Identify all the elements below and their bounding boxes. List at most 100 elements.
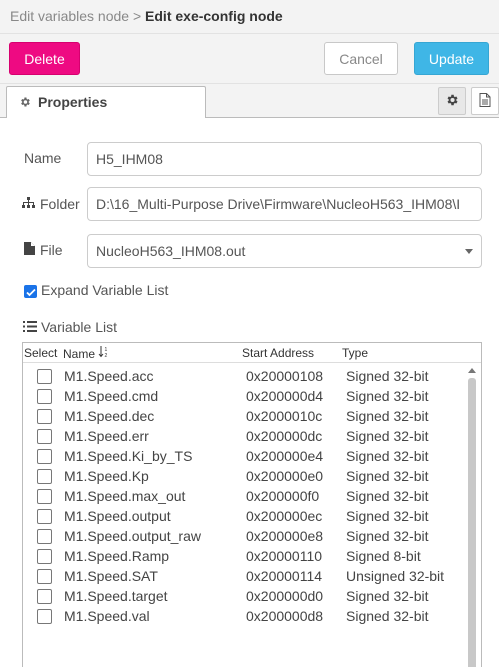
- column-header-name-text: Name: [63, 346, 96, 361]
- checkmark-icon: [25, 284, 36, 300]
- table-header: Select Name 12 Start Address Type: [23, 343, 481, 363]
- description-button[interactable]: [471, 87, 499, 115]
- variable-list-title: Variable List: [23, 319, 117, 335]
- update-button[interactable]: Update: [414, 42, 489, 75]
- sort-ascending-icon: 12: [98, 346, 110, 361]
- cancel-button[interactable]: Cancel: [324, 42, 398, 75]
- table-row[interactable]: M1.Speed.max_out 0x200000f0 Signed 32-bit: [23, 486, 463, 506]
- breadcrumb: Edit variables node > Edit exe-config no…: [10, 8, 283, 24]
- breadcrumb-current: Edit exe-config node: [145, 8, 283, 24]
- variable-type: Signed 32-bit: [346, 508, 429, 524]
- variable-type: Signed 32-bit: [346, 608, 429, 624]
- table-row[interactable]: M1.Speed.Ramp 0x20000110 Signed 8-bit: [23, 546, 463, 566]
- variable-name: M1.Speed.acc: [64, 368, 154, 384]
- folder-label: Folder: [22, 196, 80, 212]
- row-select-checkbox[interactable]: [37, 409, 52, 424]
- file-icon: [24, 242, 40, 258]
- variable-name: M1.Speed.SAT: [64, 568, 158, 584]
- table-row[interactable]: M1.Speed.output 0x200000ec Signed 32-bit: [23, 506, 463, 526]
- row-select-checkbox[interactable]: [37, 449, 52, 464]
- table-row[interactable]: M1.Speed.cmd 0x200000d4 Signed 32-bit: [23, 386, 463, 406]
- row-select-checkbox[interactable]: [37, 609, 52, 624]
- action-toolbar: Delete Cancel Update: [0, 34, 499, 84]
- table-row[interactable]: M1.Speed.dec 0x2000010c Signed 32-bit: [23, 406, 463, 426]
- variable-type: Signed 32-bit: [346, 428, 429, 444]
- variable-address: 0x200000ec: [246, 508, 323, 524]
- table-row[interactable]: M1.Speed.Kp 0x200000e0 Signed 32-bit: [23, 466, 463, 486]
- variable-address: 0x200000d4: [246, 388, 324, 404]
- row-select-checkbox[interactable]: [37, 529, 52, 544]
- variable-address: 0x2000010c: [246, 408, 323, 424]
- row-select-checkbox[interactable]: [37, 389, 52, 404]
- file-select[interactable]: NucleoH563_IHM08.out: [87, 234, 482, 268]
- variable-type: Signed 32-bit: [346, 368, 429, 384]
- table-scrollbar[interactable]: [463, 364, 481, 667]
- variable-address: 0x200000e8: [246, 528, 324, 544]
- column-header-type[interactable]: Type: [342, 346, 368, 360]
- folder-input[interactable]: D:\16_Multi-Purpose Drive\Firmware\Nucle…: [87, 187, 482, 221]
- row-select-checkbox[interactable]: [37, 489, 52, 504]
- table-row[interactable]: M1.Speed.val 0x200000d8 Signed 32-bit: [23, 606, 463, 626]
- delete-button[interactable]: Delete: [9, 42, 80, 75]
- variable-address: 0x20000110: [246, 548, 323, 564]
- tab-properties-label: Properties: [38, 94, 108, 110]
- variable-address: 0x200000e0: [246, 468, 324, 484]
- scroll-thumb[interactable]: [468, 378, 476, 667]
- variable-type: Signed 32-bit: [346, 388, 429, 404]
- settings-gear-button[interactable]: [438, 87, 466, 115]
- variable-type: Unsigned 32-bit: [346, 568, 445, 584]
- tab-properties[interactable]: Properties: [6, 86, 206, 119]
- table-row[interactable]: M1.Speed.SAT 0x20000114 Unsigned 32-bit: [23, 566, 463, 586]
- document-icon: [479, 92, 491, 110]
- row-select-checkbox[interactable]: [37, 509, 52, 524]
- variable-name: M1.Speed.Kp: [64, 468, 149, 484]
- variable-name: M1.Speed.cmd: [64, 388, 159, 404]
- column-header-address[interactable]: Start Address: [242, 346, 314, 360]
- row-select-checkbox[interactable]: [37, 549, 52, 564]
- variable-list-title-text: Variable List: [41, 319, 118, 335]
- breadcrumb-parent[interactable]: Edit variables node: [10, 8, 129, 24]
- list-icon: [23, 319, 41, 335]
- table-row[interactable]: M1.Speed.err 0x200000dc Signed 32-bit: [23, 426, 463, 446]
- variable-address: 0x200000e4: [246, 448, 324, 464]
- file-select-value: NucleoH563_IHM08.out: [96, 243, 246, 259]
- chevron-down-icon: [465, 249, 473, 254]
- variable-address: 0x200000f0: [246, 488, 320, 504]
- table-row[interactable]: M1.Speed.acc 0x20000108 Signed 32-bit: [23, 366, 463, 386]
- row-select-checkbox[interactable]: [37, 589, 52, 604]
- variable-address: 0x200000d8: [246, 608, 324, 624]
- expand-variable-list-label[interactable]: Expand Variable List: [41, 282, 168, 298]
- table-row[interactable]: M1.Speed.output_raw 0x200000e8 Signed 32-b…: [23, 526, 463, 546]
- name-input[interactable]: H5_IHM08: [87, 142, 482, 176]
- scroll-up-icon[interactable]: [468, 368, 476, 373]
- tray-header: Edit variables node > Edit exe-config no…: [0, 0, 499, 34]
- name-label-text: Name: [24, 150, 62, 166]
- row-select-checkbox[interactable]: [37, 429, 52, 444]
- variable-type: Signed 32-bit: [346, 588, 429, 604]
- column-header-name[interactable]: Name 12: [63, 346, 110, 361]
- tab-bar: Properties: [0, 84, 499, 119]
- file-label: File: [24, 242, 63, 258]
- gear-icon: [19, 95, 31, 107]
- variable-name: M1.Speed.output: [64, 508, 171, 524]
- row-select-checkbox[interactable]: [37, 369, 52, 384]
- variable-name: M1.Speed.output_raw: [64, 528, 201, 544]
- variable-type: Signed 32-bit: [346, 488, 429, 504]
- table-row[interactable]: M1.Speed.target 0x200000d0 Signed 32-bit: [23, 586, 463, 606]
- variable-address: 0x200000d0: [246, 588, 324, 604]
- variable-name: M1.Speed.max_out: [64, 488, 186, 504]
- table-row[interactable]: M1.Speed.Ki_by_TS 0x200000e4 Signed 32-bit: [23, 446, 463, 466]
- variable-name: M1.Speed.val: [64, 608, 150, 624]
- variable-type: Signed 32-bit: [346, 448, 429, 464]
- expand-variable-list-checkbox[interactable]: [24, 285, 37, 298]
- row-select-checkbox[interactable]: [37, 469, 52, 484]
- gear-icon: [445, 93, 459, 110]
- variable-table: Select Name 12 Start Address Type M1.Spe…: [22, 342, 482, 667]
- variable-address: 0x200000dc: [246, 428, 323, 444]
- column-header-select: Select: [24, 346, 58, 360]
- variable-type: Signed 32-bit: [346, 468, 429, 484]
- variable-name: M1.Speed.Ki_by_TS: [64, 448, 193, 464]
- row-select-checkbox[interactable]: [37, 569, 52, 584]
- variable-type: Signed 32-bit: [346, 408, 429, 424]
- file-label-text: File: [40, 242, 63, 258]
